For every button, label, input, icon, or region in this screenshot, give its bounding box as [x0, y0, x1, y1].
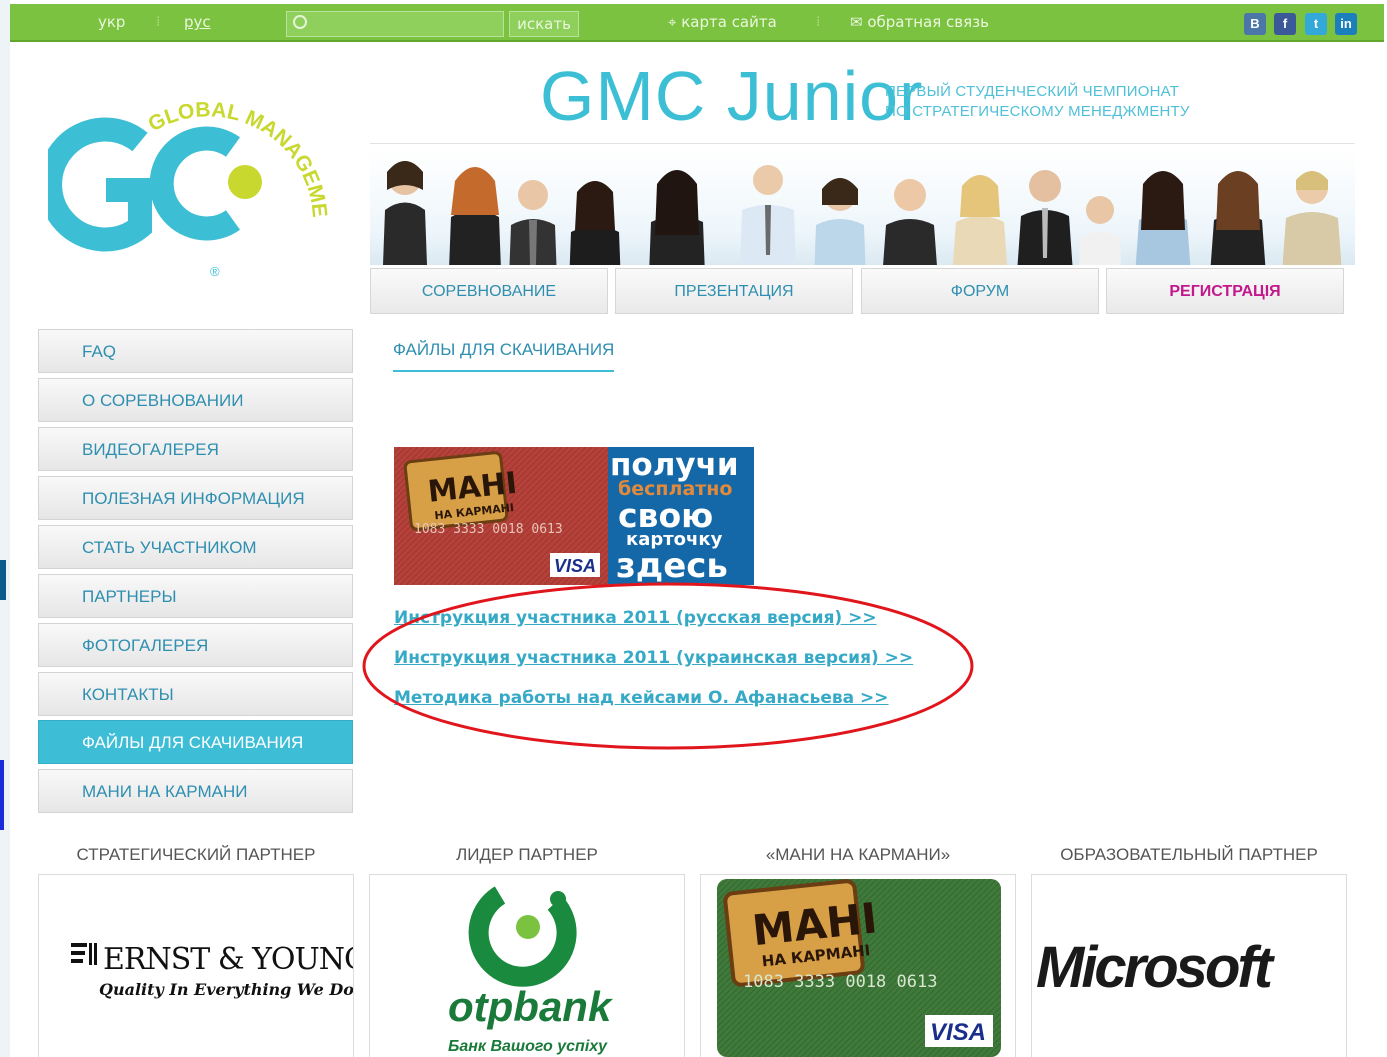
students-banner — [370, 150, 1355, 265]
partner-logo-ernst-young[interactable]: ERNST & YOUNG Quality In Everything We D… — [38, 874, 354, 1057]
twitter-icon[interactable]: t — [1305, 13, 1327, 35]
microsoft-name: Microsoft — [1036, 935, 1276, 1000]
sidebar-item-money-card[interactable]: МАНИ НА КАРМАНИ — [38, 769, 353, 813]
site-subtitle-line2: ПО СТРАТЕГИЧЕСКОМУ МЕНЕДЖМЕНТУ — [885, 103, 1190, 120]
feedback-link[interactable]: ✉ обратная связь — [850, 13, 989, 31]
otpbank-name: otpbank — [448, 983, 614, 1030]
sidebar-item-downloads[interactable]: ФАЙЛЫ ДЛЯ СКАЧИВАНИЯ — [38, 720, 353, 764]
vkontakte-icon[interactable]: В — [1244, 13, 1266, 35]
partner-heading-money-card: «МАНИ НА КАРМАНИ» — [765, 845, 951, 864]
partner-logo-microsoft[interactable]: Microsoft — [1031, 874, 1347, 1057]
people-silhouettes — [383, 161, 1342, 265]
nav-tab-forum[interactable]: ФОРУМ — [861, 268, 1099, 314]
sidebar-item-photo-gallery[interactable]: ФОТОГАЛЕРЕЯ — [38, 623, 353, 667]
feedback-label: обратная связь — [867, 13, 989, 31]
nav-tab-competition[interactable]: СОРЕВНОВАНИЕ — [370, 268, 608, 314]
promo-card-network: VISA — [554, 556, 596, 576]
search-input[interactable] — [286, 11, 504, 37]
partner-heading-leader: ЛИДЕР ПАРТНЕР — [456, 845, 598, 864]
linkedin-icon[interactable]: in — [1335, 13, 1357, 35]
separator: ⁞ — [156, 14, 161, 30]
partner-logo-otpbank[interactable]: otpbank Банк Вашого успіху — [369, 874, 685, 1057]
site-subtitle-line1: ПЕРВЫЙ СТУДЕНЧЕСКИЙ ЧЕМПИОНАТ — [885, 83, 1180, 100]
sidebar-item-about[interactable]: О СОРЕВНОВАНИИ — [38, 378, 353, 422]
site-title: GMC Junior — [540, 57, 924, 135]
header-divider — [370, 143, 1355, 144]
sitemap-label: карта сайта — [681, 13, 777, 31]
promo-card-banner[interactable]: МАНІ НА КАРМАНІ 1083 3333 0018 0613 VISA… — [394, 447, 754, 585]
strip-mark — [0, 760, 4, 830]
promo-card-number: 1083 3333 0018 0613 — [414, 522, 563, 537]
sitemap-icon: ⌖ — [668, 13, 682, 31]
partner-heading-strategic: СТРАТЕГИЧЕСКИЙ ПАРТНЕР — [76, 845, 316, 864]
mail-icon: ✉ — [850, 13, 868, 31]
page-title: ФАЙЛЫ ДЛЯ СКАЧИВАНИЯ — [393, 340, 615, 372]
facebook-icon[interactable]: f — [1274, 13, 1296, 35]
money-card-number: 1083 3333 0018 0613 — [743, 972, 937, 992]
sidebar-item-become-participant[interactable]: СТАТЬ УЧАСТНИКОМ — [38, 525, 353, 569]
nav-tab-registration[interactable]: РЕГИСТРАЦІЯ — [1106, 268, 1344, 314]
annotation-ellipse — [362, 582, 974, 750]
gmc-logo[interactable]: GLOBAL MANAGEMENT CHALLENGE ® — [48, 72, 348, 292]
partner-logo-money-card[interactable]: МАНІ НА КАРМАНІ 1083 3333 0018 0613 VISA — [700, 874, 1016, 1057]
nav-tab-presentation[interactable]: ПРЕЗЕНТАЦИЯ — [615, 268, 853, 314]
search-button[interactable]: искать — [509, 11, 579, 37]
lang-rus-link[interactable]: рус — [184, 13, 211, 31]
separator: ⁞ — [816, 14, 821, 30]
sidebar-item-contacts[interactable]: КОНТАКТЫ — [38, 672, 353, 716]
registered-mark: ® — [210, 264, 220, 279]
sidebar-item-partners[interactable]: ПАРТНЕРЫ — [38, 574, 353, 618]
partner-heading-education: ОБРАЗОВАТЕЛЬНЫЙ ПАРТНЕР — [1060, 845, 1318, 864]
ernst-young-tagline: Quality In Everything We Do — [99, 980, 354, 999]
sidebar-item-useful-info[interactable]: ПОЛЕЗНАЯ ИНФОРМАЦИЯ — [38, 476, 353, 520]
ernst-young-name: ERNST & YOUNG — [103, 942, 354, 977]
strip-mark — [0, 560, 6, 600]
sidebar-item-faq[interactable]: FAQ — [38, 329, 353, 373]
search-icon — [293, 15, 307, 29]
top-bar: укр ⁞ рус искать ⌖ карта сайта ⁞ ✉ обрат… — [10, 4, 1384, 42]
sidebar-item-video-gallery[interactable]: ВИДЕОГАЛЕРЕЯ — [38, 427, 353, 471]
browser-left-strip — [0, 0, 10, 1057]
money-card-network: VISA — [930, 1019, 986, 1046]
lang-ukr-link[interactable]: укр — [98, 13, 125, 31]
sitemap-link[interactable]: ⌖ карта сайта — [668, 13, 777, 31]
otpbank-tagline: Банк Вашого успіху — [448, 1038, 608, 1055]
